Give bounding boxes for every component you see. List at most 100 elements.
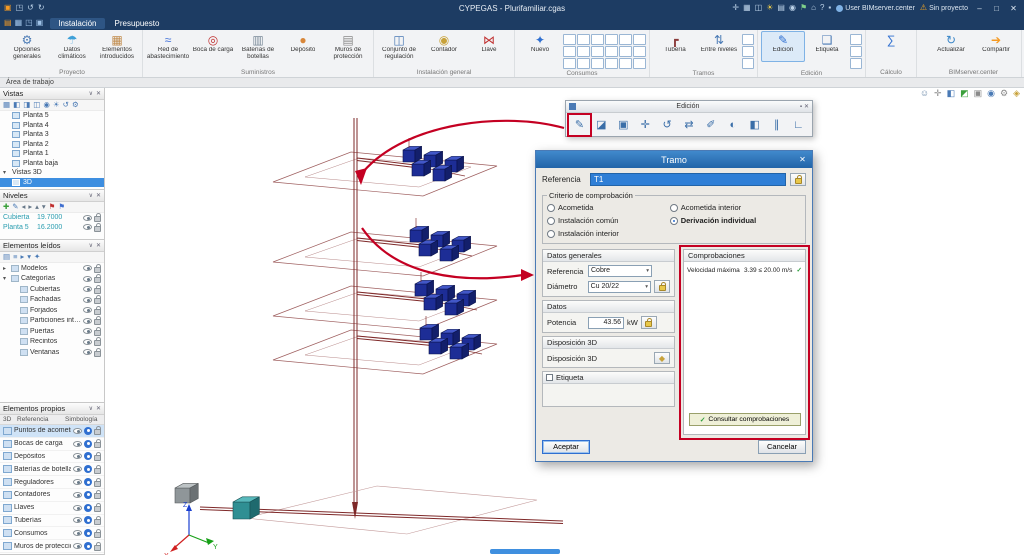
- visibility-icon[interactable]: [73, 466, 82, 473]
- criterio-radio[interactable]: Acometida: [547, 201, 664, 214]
- settings-icon[interactable]: [84, 529, 92, 538]
- open-icon[interactable]: ▦: [15, 19, 23, 27]
- consumo-type-icon[interactable]: [577, 58, 590, 69]
- ribbon-button[interactable]: ▦ Elementos introducidos: [95, 31, 139, 62]
- visibility-icon[interactable]: [83, 286, 92, 293]
- ribbon-button[interactable]: ● Depósito: [281, 31, 325, 62]
- element-3d-icon[interactable]: [3, 452, 12, 461]
- visibility-icon[interactable]: [83, 224, 92, 231]
- next-icon[interactable]: ▸: [28, 203, 32, 211]
- move-icon[interactable]: ✛: [635, 115, 656, 135]
- element-3d-icon[interactable]: [3, 465, 12, 474]
- sun-icon[interactable]: ☀: [53, 101, 60, 109]
- snap-icon[interactable]: ✛: [732, 4, 739, 12]
- material-select[interactable]: Cobre ▾: [588, 265, 652, 277]
- lock-icon[interactable]: [94, 316, 101, 326]
- table-row[interactable]: Consumos: [0, 527, 104, 541]
- consumo-type-icon[interactable]: [563, 58, 576, 69]
- settings-icon[interactable]: [84, 516, 92, 525]
- close-icon[interactable]: ✕: [96, 242, 101, 249]
- dialog-titlebar[interactable]: Tramo ✕: [536, 151, 812, 168]
- close-icon[interactable]: ✕: [96, 192, 101, 199]
- ribbon-button[interactable]: ◉ Contador: [422, 31, 466, 62]
- view-item[interactable]: Planta 1: [0, 149, 104, 159]
- view-item[interactable]: Planta 5: [0, 111, 104, 121]
- lock-icon[interactable]: [94, 213, 101, 223]
- tree-icon[interactable]: ≡: [13, 253, 17, 261]
- tree-item[interactable]: Cubiertas: [0, 284, 104, 295]
- edit-icon[interactable]: ✎: [569, 115, 590, 135]
- consumo-type-icon[interactable]: [591, 34, 604, 45]
- edit-icon[interactable]: ✎: [12, 203, 18, 211]
- ribbon-button[interactable]: ▥ Baterías de botellas: [236, 31, 280, 62]
- visibility-icon[interactable]: [73, 453, 82, 460]
- collapse-icon[interactable]: ∨: [89, 405, 93, 412]
- level-row[interactable]: Planta 5 16.2000: [0, 222, 104, 233]
- table-row[interactable]: Reguladores: [0, 476, 104, 489]
- print-icon[interactable]: ▣: [36, 19, 44, 27]
- visibility-icon[interactable]: [73, 427, 82, 434]
- lock-icon[interactable]: [94, 426, 101, 436]
- lock-icon[interactable]: [94, 451, 101, 461]
- visibility-icon[interactable]: [83, 307, 92, 314]
- ribbon-button[interactable]: ▤ Muros de protección: [326, 31, 370, 62]
- ribbon-button[interactable]: ⋈ Llave: [467, 31, 511, 62]
- help-icon[interactable]: ?: [820, 4, 824, 12]
- settings-icon[interactable]: [84, 490, 92, 499]
- lock-icon[interactable]: [94, 326, 101, 336]
- camera-icon[interactable]: ◉: [789, 4, 796, 12]
- view-item[interactable]: Planta 2: [0, 140, 104, 150]
- criterio-radio[interactable]: Derivación individual: [669, 214, 801, 227]
- table-row[interactable]: Muros de protección: [0, 540, 104, 553]
- pin-icon[interactable]: ▪: [828, 4, 831, 12]
- table-row[interactable]: Tuberías: [0, 515, 104, 528]
- element-3d-icon[interactable]: [3, 503, 12, 512]
- lock-icon[interactable]: [94, 477, 101, 487]
- visibility-icon[interactable]: [83, 338, 92, 345]
- settings-icon[interactable]: [84, 542, 92, 551]
- highlight-icon[interactable]: ✦: [34, 253, 40, 261]
- edit-toolbar-titlebar[interactable]: Edición ▪ ✕: [566, 101, 812, 113]
- consumo-type-icon[interactable]: [563, 46, 576, 57]
- erase-icon[interactable]: ◪: [591, 115, 612, 135]
- tree-item[interactable]: ▸ Modelos: [0, 263, 104, 274]
- element-3d-icon[interactable]: [3, 542, 12, 551]
- potencia-lock-button[interactable]: [640, 316, 657, 329]
- ribbon-button[interactable]: ✦ Nuevo: [518, 31, 562, 62]
- visibility-icon[interactable]: [83, 275, 92, 282]
- up-icon[interactable]: ▴: [35, 203, 39, 211]
- grid-icon[interactable]: ▦: [743, 4, 751, 12]
- criterio-radio[interactable]: Instalación común: [547, 214, 664, 227]
- flag-icon[interactable]: ⚑: [800, 4, 807, 12]
- visibility-icon[interactable]: [73, 504, 82, 511]
- collapse-icon[interactable]: ▾: [27, 253, 31, 261]
- user-icon[interactable]: ☺: [920, 89, 929, 98]
- table-row[interactable]: Bocas de carga: [0, 438, 104, 451]
- menu-tab[interactable]: Presupuesto: [107, 18, 168, 29]
- invert-icon[interactable]: ◐: [722, 115, 743, 135]
- consumo-type-icon[interactable]: [605, 58, 618, 69]
- small-tool-icon[interactable]: [850, 58, 862, 69]
- table-row[interactable]: Baterías de botellas: [0, 463, 104, 477]
- ribbon-button[interactable]: ┏ Tubería: [653, 31, 697, 62]
- table-row[interactable]: Llaves: [0, 502, 104, 515]
- consumo-type-icon[interactable]: [605, 46, 618, 57]
- ribbon-button[interactable]: ⚙ Opciones generales: [5, 31, 49, 62]
- measure-icon[interactable]: ✛: [934, 89, 942, 98]
- ribbon-button[interactable]: ☂ Datos climáticos: [50, 31, 94, 62]
- close-icon[interactable]: ✕: [796, 153, 809, 166]
- flag-red-icon[interactable]: ⚑: [49, 203, 56, 211]
- consumo-type-icon[interactable]: [577, 46, 590, 57]
- lock-icon[interactable]: [94, 541, 101, 551]
- small-tool-icon[interactable]: [742, 58, 754, 69]
- tools-icon[interactable]: ⚙: [1000, 89, 1008, 98]
- small-tool-icon[interactable]: [742, 46, 754, 57]
- cancelar-button[interactable]: Cancelar: [757, 440, 806, 454]
- app-icon[interactable]: ▣: [4, 4, 12, 12]
- down-icon[interactable]: ▾: [42, 203, 46, 211]
- save-icon[interactable]: ◳: [25, 19, 33, 27]
- small-tool-icon[interactable]: [850, 34, 862, 45]
- tree-item[interactable]: Recintos: [0, 337, 104, 348]
- copy-icon[interactable]: ▣: [613, 115, 634, 135]
- lock-icon[interactable]: [94, 439, 101, 449]
